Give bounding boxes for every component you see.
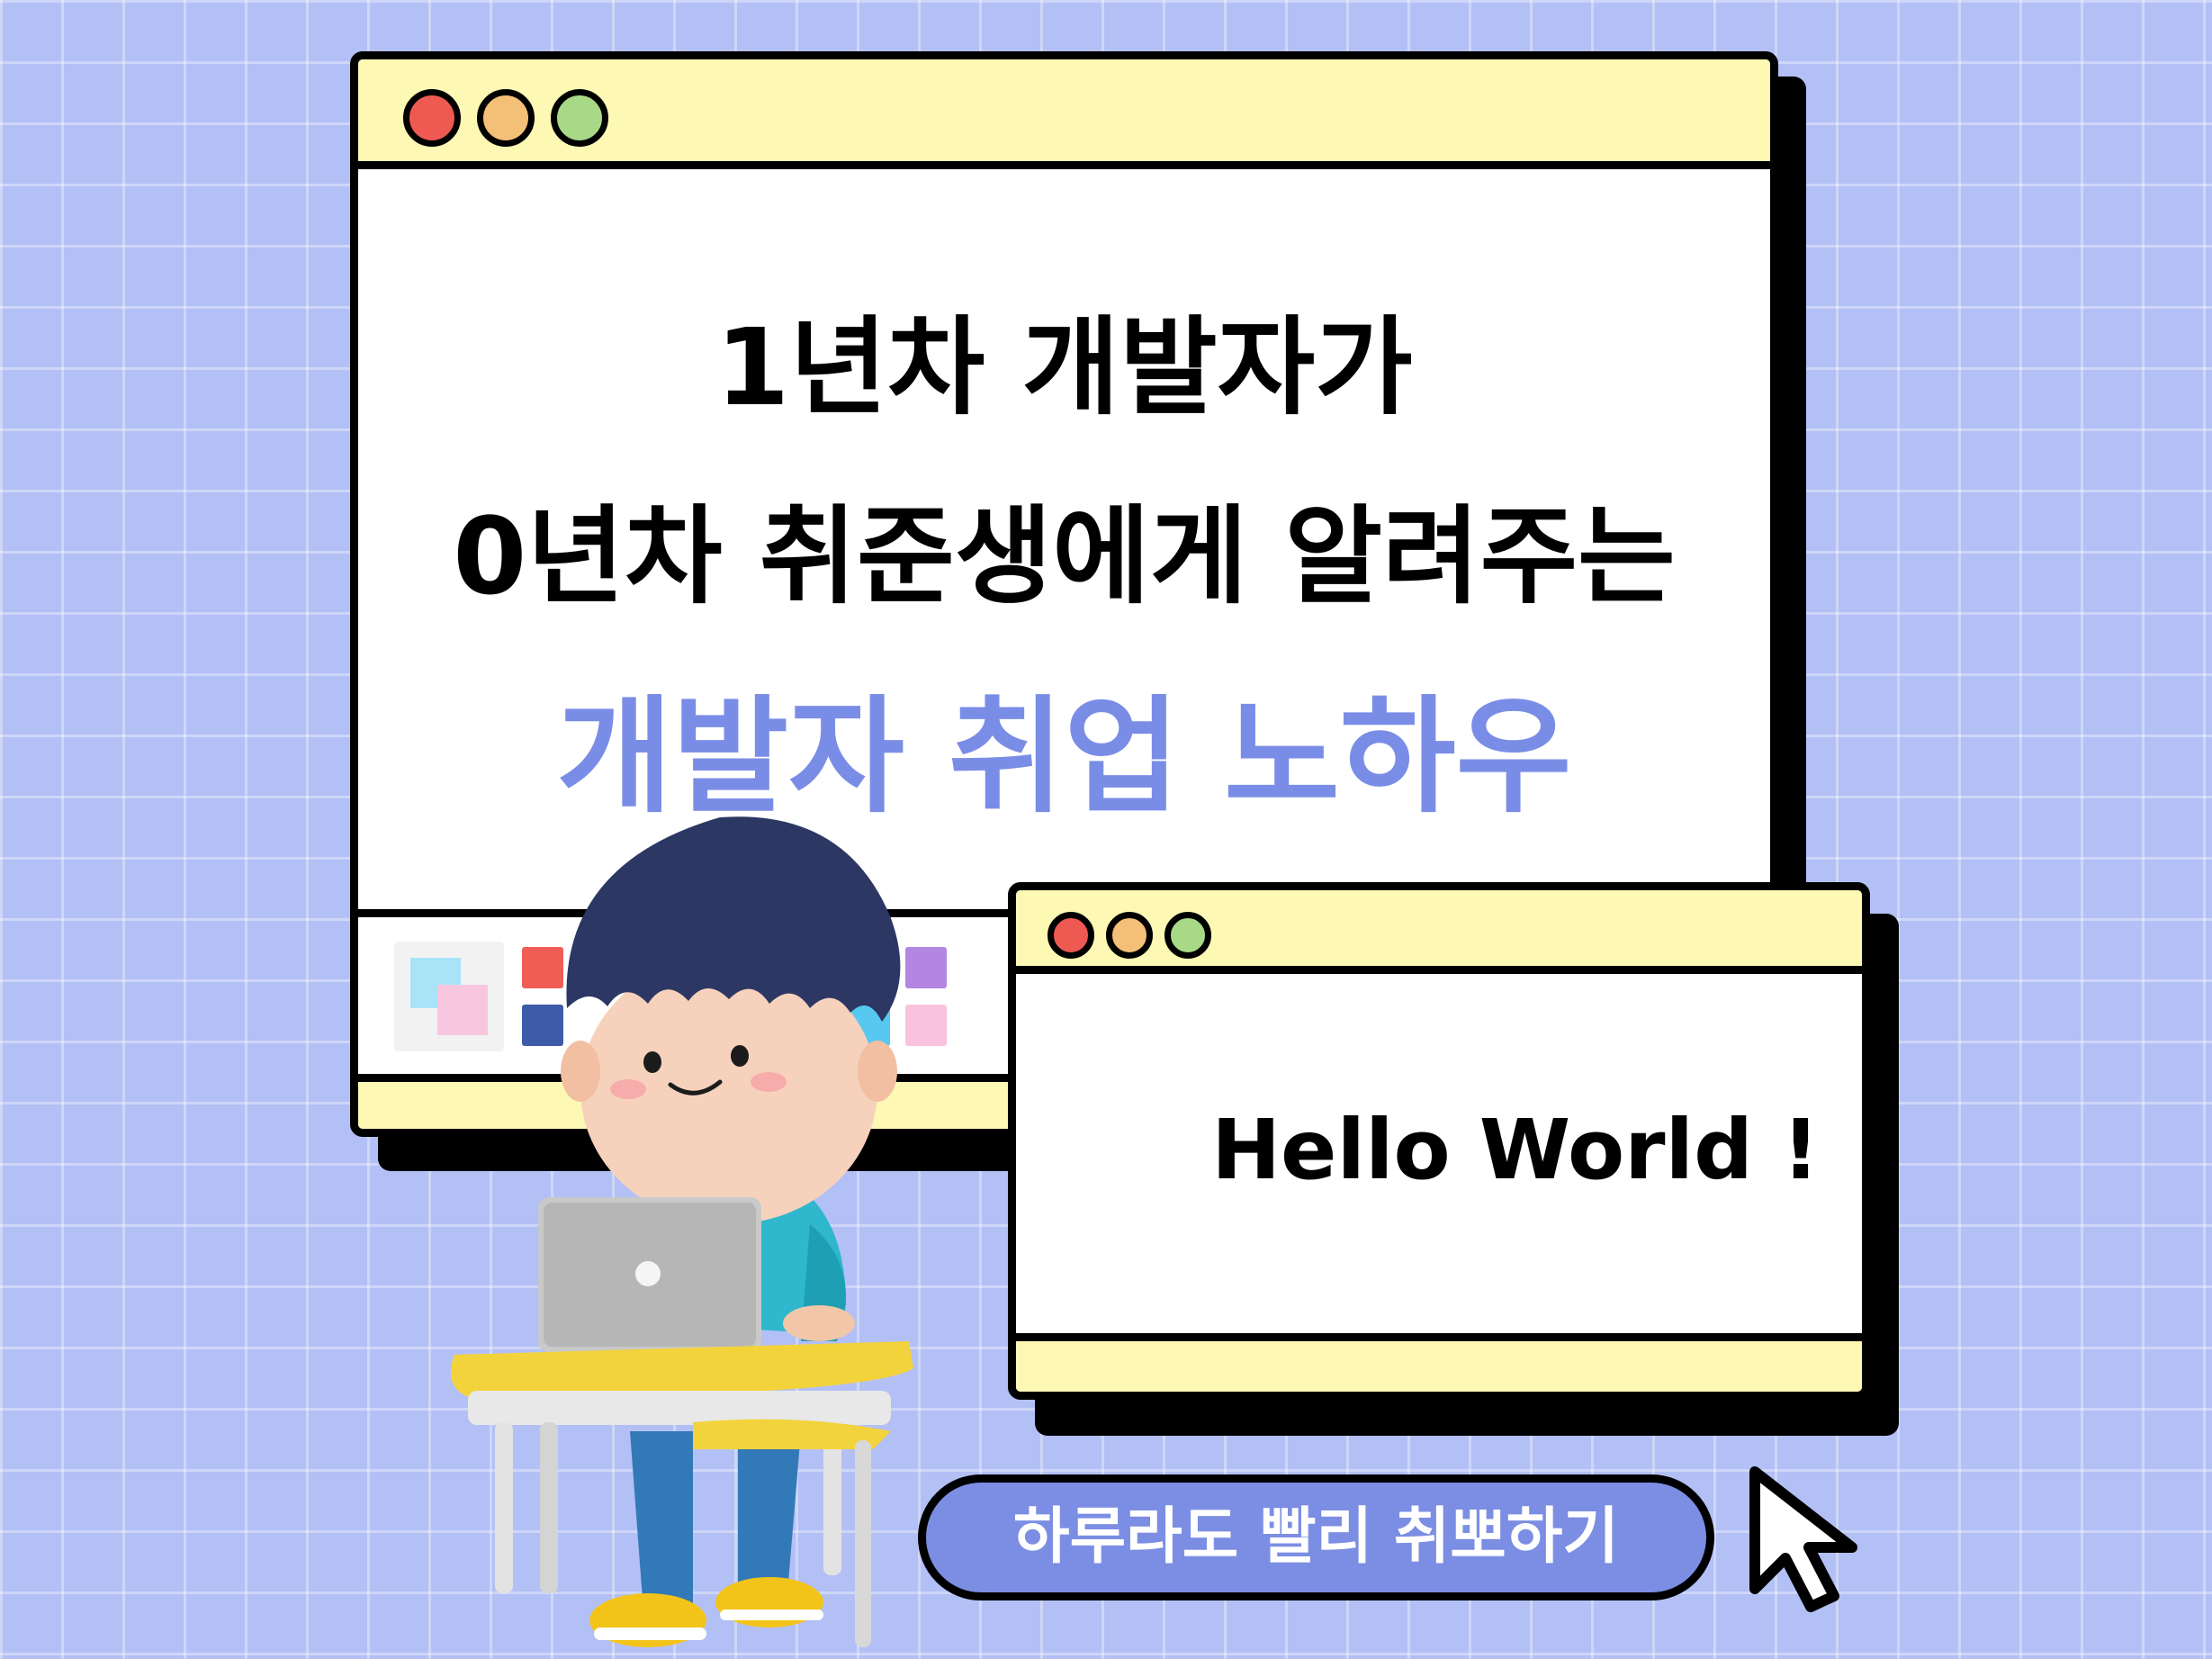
cta-button-label: 하루라도 빨리 취뽀하기	[1013, 1501, 1619, 1573]
hello-window-titlebar	[1016, 890, 1862, 974]
hair	[566, 816, 901, 1022]
cta-button[interactable]: 하루라도 빨리 취뽀하기	[918, 1474, 1714, 1600]
maximize-button[interactable]	[551, 89, 608, 147]
headline-line-2: 0년차 취준생에게 알려주는	[453, 494, 1676, 618]
close-button[interactable]	[1048, 912, 1094, 959]
maximize-button[interactable]	[1164, 912, 1211, 959]
headline-line-1: 1년차 개발자가	[715, 305, 1413, 429]
right-eye	[731, 1045, 749, 1067]
hello-world-text: Hello World !	[1211, 1102, 1820, 1198]
laptop-logo	[635, 1261, 661, 1286]
minimize-button[interactable]	[477, 89, 535, 147]
hello-window: Hello World !	[1008, 882, 1870, 1400]
hello-window-statusbar	[1016, 1333, 1862, 1392]
boy-with-laptop-illustration	[450, 816, 914, 1647]
close-button[interactable]	[403, 89, 461, 147]
main-window-titlebar	[358, 59, 1770, 169]
left-eye	[643, 1051, 661, 1073]
jeans	[630, 1431, 693, 1611]
minimize-button[interactable]	[1106, 912, 1153, 959]
arrow-cursor-icon	[1749, 1466, 1857, 1612]
